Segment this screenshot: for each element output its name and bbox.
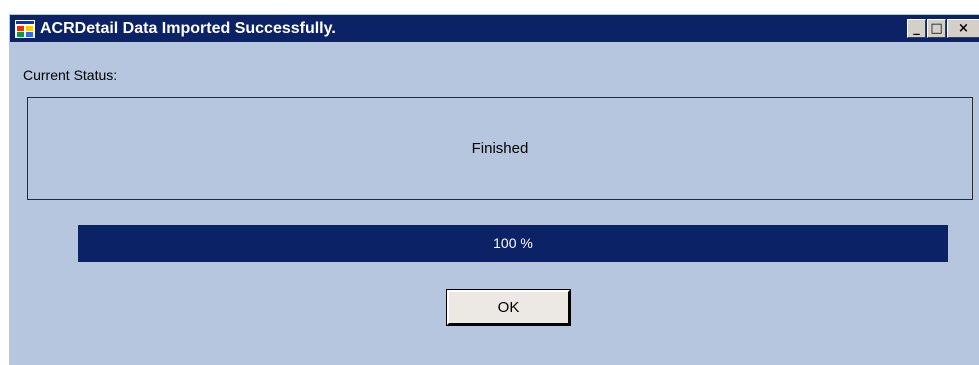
progress-bar: 100 % [78, 225, 948, 262]
minimize-button[interactable]: _ [907, 19, 926, 38]
close-icon: × [958, 21, 969, 36]
ok-button[interactable]: OK [446, 289, 571, 326]
status-value: Finished [471, 140, 529, 157]
title-bar[interactable]: ACRDetail Data Imported Successfully. _ … [10, 15, 979, 42]
close-button[interactable]: × [947, 19, 979, 38]
progress-percent-text: 100 % [493, 235, 533, 251]
window-title: ACRDetail Data Imported Successfully. [40, 20, 336, 37]
current-status-label: Current Status: [23, 67, 118, 83]
maximize-button[interactable]: □ [927, 19, 946, 38]
import-status-dialog: ACRDetail Data Imported Successfully. _ … [8, 13, 979, 365]
application-window-icon [15, 20, 35, 38]
minimize-icon: _ [913, 21, 920, 36]
status-box: Finished [27, 97, 973, 200]
maximize-icon: □ [930, 21, 943, 36]
